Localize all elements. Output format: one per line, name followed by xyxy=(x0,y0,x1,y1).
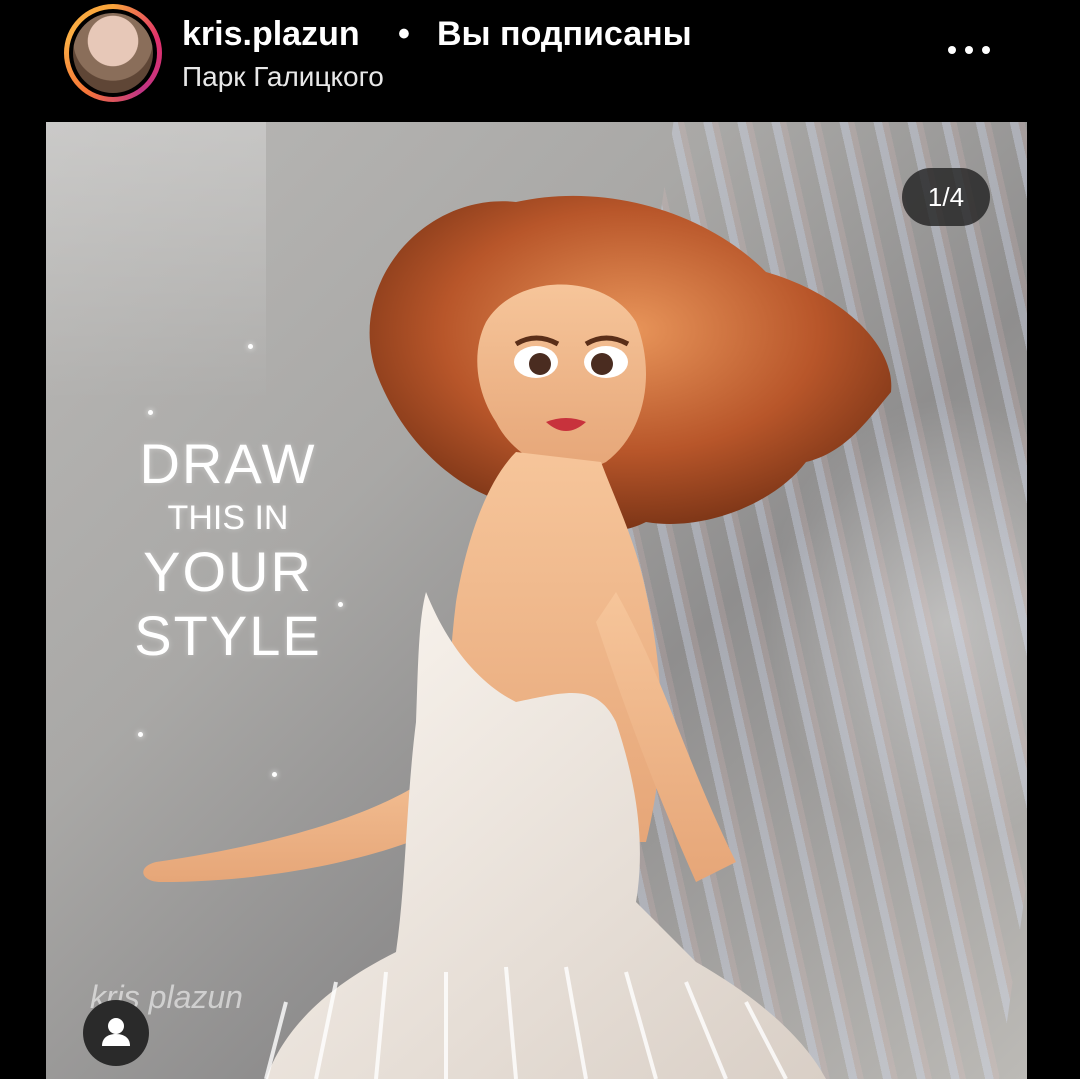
sparkle xyxy=(248,344,253,349)
avatar[interactable] xyxy=(69,9,157,97)
person-icon xyxy=(102,1018,130,1046)
artwork-caption: DRAW THIS IN YOUR STYLE xyxy=(108,432,348,732)
post-header: kris.plazun • Вы подписаны Парк Галицког… xyxy=(0,0,1080,122)
sparkle xyxy=(272,772,277,777)
follow-status[interactable]: Вы подписаны xyxy=(437,14,692,54)
story-ring[interactable] xyxy=(64,4,162,102)
more-icon[interactable] xyxy=(944,30,994,70)
sparkle xyxy=(148,410,153,415)
artwork-text-this-in: THIS IN xyxy=(167,499,289,537)
artwork-text-draw: DRAW xyxy=(139,432,317,495)
post-image[interactable]: DRAW THIS IN YOUR STYLE kris plazun 1/4 xyxy=(46,122,1027,1079)
location-link[interactable]: Парк Галицкого xyxy=(182,60,384,94)
carousel-counter: 1/4 xyxy=(902,168,990,226)
artwork-text-style: STYLE xyxy=(134,604,322,667)
avatar-image xyxy=(73,13,153,93)
user-tag-icon[interactable] xyxy=(83,1000,149,1066)
separator-dot: • xyxy=(398,15,410,53)
artwork-text-your: YOUR xyxy=(143,540,313,603)
username-link[interactable]: kris.plazun xyxy=(182,14,360,54)
sparkle xyxy=(138,732,143,737)
